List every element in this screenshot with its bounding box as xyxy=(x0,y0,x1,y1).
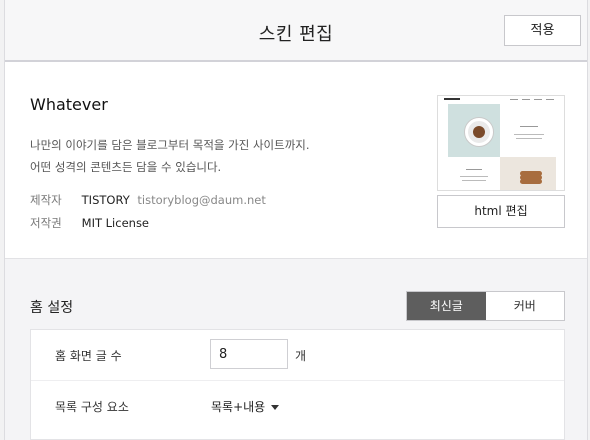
license-label: 저작권 xyxy=(30,216,62,230)
list-element-row: 목록 구성 요소 목록+내용 xyxy=(31,381,564,431)
license-row: 저작권 MIT License xyxy=(30,215,149,231)
post-count-row: 홈 화면 글 수 개 xyxy=(31,330,564,381)
preview-text-line xyxy=(516,138,542,139)
preview-logo xyxy=(444,98,460,100)
settings-box: 홈 화면 글 수 개 목록 구성 요소 목록+내용 xyxy=(30,329,565,440)
preview-text-line xyxy=(514,134,544,135)
post-count-label: 홈 화면 글 수 xyxy=(55,349,122,363)
home-type-toggle: 최신글 커버 xyxy=(406,291,565,321)
skin-description-line: 나만의 이야기를 담은 블로그부터 목적을 가진 사이트까지. xyxy=(30,138,310,152)
pancake-icon xyxy=(520,179,542,184)
preview-coffee-image xyxy=(448,104,500,157)
list-element-dropdown[interactable]: 목록+내용 xyxy=(211,398,280,415)
author-row: 제작자 TISTORY tistoryblog@daum.net xyxy=(30,192,266,208)
caret-down-icon xyxy=(271,405,280,410)
preview-nav-item xyxy=(546,99,554,100)
author-name: TISTORY xyxy=(81,193,130,207)
post-count-input[interactable] xyxy=(210,339,288,369)
author-email: tistoryblog@daum.net xyxy=(137,193,266,207)
tab-latest-posts[interactable]: 최신글 xyxy=(407,292,486,320)
page-title: 스킨 편집 xyxy=(258,24,334,45)
skin-name: Whatever xyxy=(30,95,108,114)
skin-editor-panel: 스킨 편집 적용 Whatever 나만의 이야기를 담은 블로그부터 목적을 … xyxy=(4,0,588,440)
tab-cover[interactable]: 커버 xyxy=(486,292,565,320)
apply-button[interactable]: 적용 xyxy=(504,15,581,46)
author-label: 제작자 xyxy=(30,193,62,207)
preview-text-line xyxy=(520,126,538,127)
license-value: MIT License xyxy=(81,216,150,230)
coffee-cup-icon xyxy=(465,118,493,146)
post-count-unit: 개 xyxy=(295,349,307,363)
preview-text-line xyxy=(462,180,486,181)
preview-nav-item xyxy=(510,99,518,100)
preview-nav-item xyxy=(522,99,530,100)
preview-text-block xyxy=(500,104,556,157)
skin-description: 나만의 이야기를 담은 블로그부터 목적을 가진 사이트까지. 어떤 성격의 콘… xyxy=(30,134,310,178)
skin-description-line: 어떤 성격의 콘텐츠든 담을 수 있습니다. xyxy=(30,160,222,174)
preview-text-block xyxy=(448,157,500,190)
preview-nav-item xyxy=(534,99,542,100)
preview-text-line xyxy=(460,176,488,177)
skin-info: Whatever 나만의 이야기를 담은 블로그부터 목적을 가진 사이트까지.… xyxy=(5,62,587,259)
preview-pancake-image xyxy=(500,157,556,190)
list-element-label: 목록 구성 요소 xyxy=(55,400,129,414)
home-settings-title: 홈 설정 xyxy=(30,300,74,316)
html-edit-button[interactable]: html 편집 xyxy=(437,195,565,228)
list-element-value: 목록+내용 xyxy=(211,400,266,414)
home-settings: 홈 설정 최신글 커버 홈 화면 글 수 개 목록 구성 요소 목록+내용 xyxy=(5,259,587,440)
header: 스킨 편집 적용 xyxy=(5,0,587,62)
skin-preview-thumbnail xyxy=(437,95,565,191)
preview-text-line xyxy=(466,169,482,170)
